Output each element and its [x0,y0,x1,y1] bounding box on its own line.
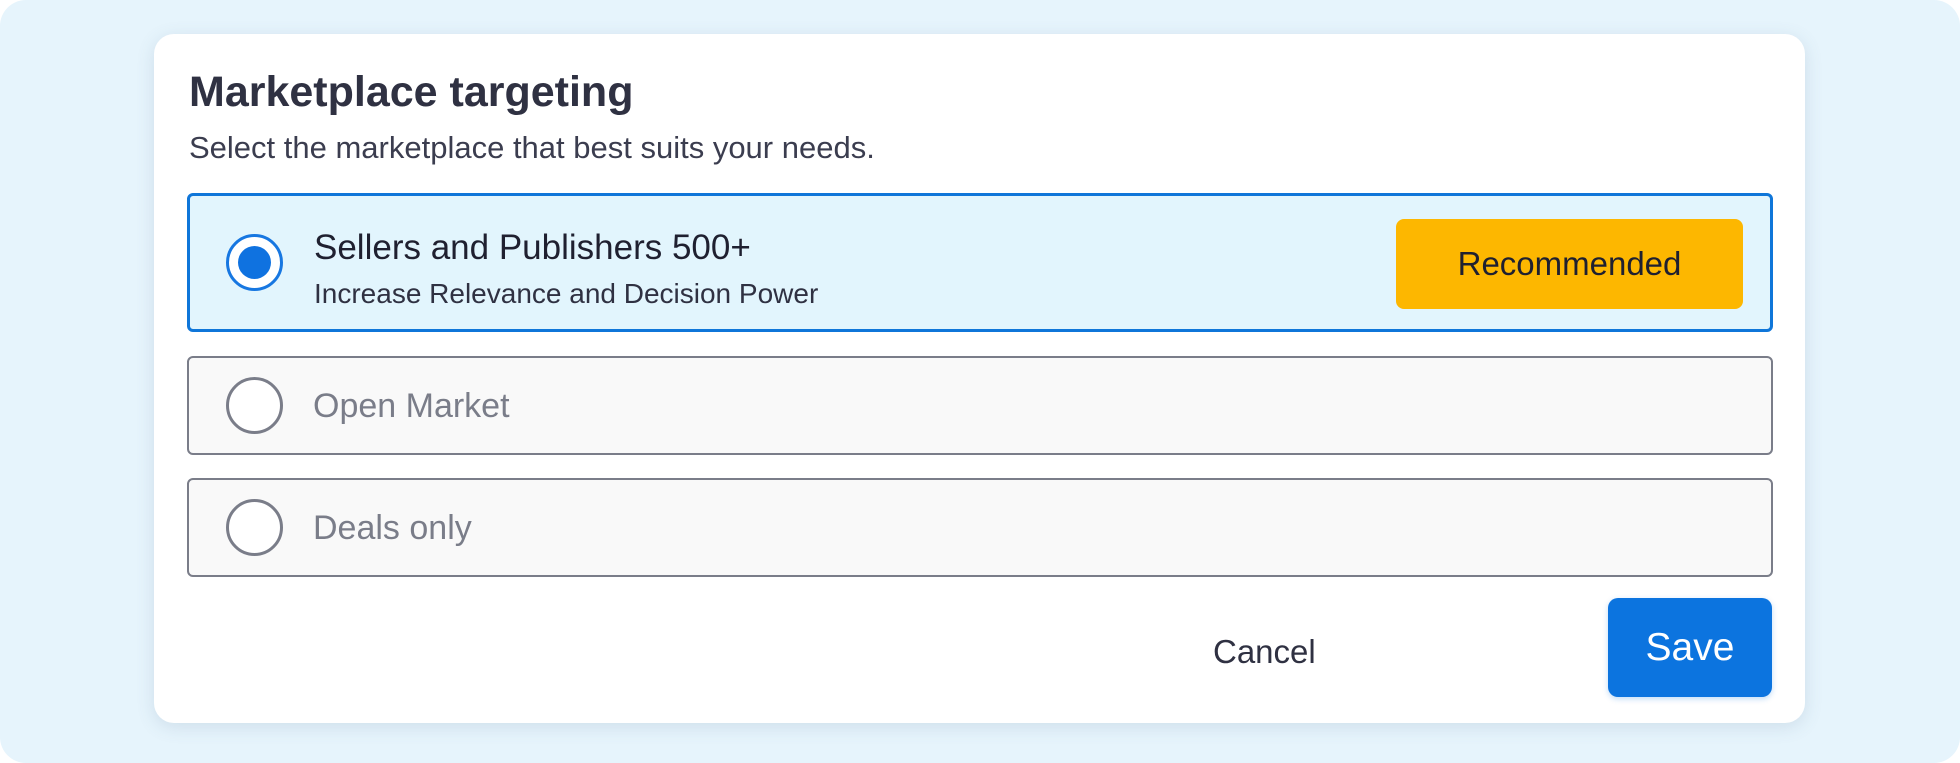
option-deals-only[interactable]: Deals only [187,478,1773,577]
marketplace-targeting-dialog: Marketplace targeting Select the marketp… [154,34,1805,723]
option-description: Increase Relevance and Decision Power [314,278,819,309]
radio-unselected-icon[interactable] [226,499,283,556]
cancel-button[interactable]: Cancel [1213,633,1316,671]
radio-dot-icon [238,246,271,279]
option-sellers-publishers[interactable]: Sellers and Publishers 500+ Increase Rel… [187,193,1773,332]
recommended-badge: Recommended [1396,219,1743,309]
dialog-title: Marketplace targeting [189,68,634,116]
dialog-subtitle: Select the marketplace that best suits y… [189,130,875,165]
radio-selected-icon[interactable] [226,234,283,291]
save-button[interactable]: Save [1608,598,1772,697]
radio-unselected-icon[interactable] [226,377,283,434]
option-label: Deals only [313,509,472,547]
option-label: Open Market [313,387,510,425]
option-label: Sellers and Publishers 500+ [314,228,751,267]
option-open-market[interactable]: Open Market [187,356,1773,455]
